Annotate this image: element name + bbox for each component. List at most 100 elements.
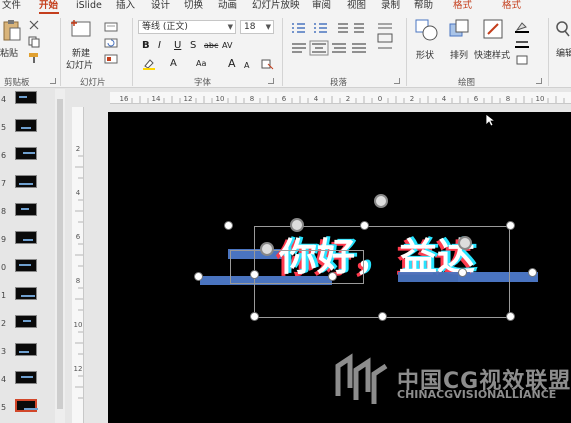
italic-button[interactable]: I <box>158 40 161 52</box>
slide-number: 1 <box>1 291 7 300</box>
tab-record[interactable]: 录制 <box>381 0 400 12</box>
scrollbar-thumb[interactable] <box>57 99 63 409</box>
tab-file[interactable]: 文件 <box>2 0 21 12</box>
slide-number: 8 <box>1 207 7 216</box>
quick-styles-label[interactable]: 快速样式 <box>474 48 510 61</box>
resize-handle[interactable] <box>250 270 259 279</box>
layout-icon[interactable] <box>104 22 118 32</box>
reset-icon[interactable] <box>104 38 118 48</box>
font-name-combo[interactable]: 等线 (正文) ▼ <box>138 20 236 34</box>
resize-handle[interactable] <box>328 272 337 281</box>
paragraph-controls[interactable] <box>290 22 378 72</box>
tab-review[interactable]: 审阅 <box>312 0 331 12</box>
section-icon[interactable] <box>104 54 118 64</box>
slide-thumbnail-image[interactable] <box>15 399 38 412</box>
tab-format-2[interactable]: 格式 <box>502 0 521 12</box>
grow-font-button[interactable]: A <box>228 58 236 70</box>
ruler-label: 4 <box>76 189 81 197</box>
thumbnail-mark <box>21 376 33 378</box>
quick-styles-icon[interactable] <box>482 18 506 42</box>
thumbnail-scrollbar[interactable] <box>55 89 65 423</box>
resize-handle[interactable] <box>378 312 387 321</box>
drawing-launcher[interactable] <box>536 78 542 84</box>
vertical-ruler[interactable]: 2 4 6 8 10 12 <box>72 107 84 423</box>
tab-format-1[interactable]: 格式 <box>453 0 472 12</box>
find-icon[interactable] <box>554 20 570 38</box>
thumbnail-mark <box>19 351 29 353</box>
tab-islide[interactable]: iSlide <box>76 0 102 12</box>
font-color-button[interactable]: A <box>170 58 177 70</box>
tab-design[interactable]: 设计 <box>151 0 170 12</box>
tab-insert[interactable]: 插入 <box>116 0 135 12</box>
arrange-icon[interactable] <box>448 18 472 42</box>
slide-thumbnail-image[interactable] <box>15 287 37 300</box>
new-slide-label-2[interactable]: 幻灯片 <box>66 58 93 71</box>
clear-format-icon[interactable] <box>260 58 274 70</box>
resize-handle[interactable] <box>360 221 369 230</box>
shapes-icon[interactable] <box>414 18 440 42</box>
resize-handle[interactable] <box>506 312 515 321</box>
thumbnail-mark <box>21 208 29 210</box>
paste-icon[interactable] <box>2 18 22 42</box>
rotate-handle-icon[interactable] <box>260 242 274 256</box>
slide-thumbnail-image[interactable] <box>15 371 37 384</box>
editing-label[interactable]: 编辑 <box>556 46 571 59</box>
shape-format-icons[interactable] <box>514 20 530 68</box>
slide-thumbnail-image[interactable] <box>15 231 37 244</box>
bold-button[interactable]: B <box>142 40 150 52</box>
paste-label[interactable]: 粘贴 <box>0 46 18 59</box>
slide-thumbnail-image[interactable] <box>15 175 37 188</box>
copy-icon[interactable] <box>28 36 40 48</box>
slide-thumbnail-image[interactable] <box>15 119 37 132</box>
tab-home[interactable]: 开始 <box>39 0 58 12</box>
change-case-button[interactable]: Aa <box>196 58 206 70</box>
slide-thumbnail-image[interactable] <box>15 147 37 160</box>
separator <box>406 18 407 86</box>
slide-thumbnail-image[interactable] <box>15 315 37 328</box>
new-slide-icon[interactable] <box>70 18 94 38</box>
resize-handle[interactable] <box>224 221 233 230</box>
rotate-handle-icon[interactable] <box>290 218 304 232</box>
tab-slideshow[interactable]: 幻灯片放映 <box>252 0 300 12</box>
tab-view[interactable]: 视图 <box>347 0 366 12</box>
rotate-handle-icon[interactable] <box>458 236 472 250</box>
slide-thumbnail-image[interactable] <box>15 91 37 104</box>
rotate-handle-icon[interactable] <box>374 194 388 208</box>
resize-handle[interactable] <box>458 268 467 277</box>
slide-thumbnail-image[interactable] <box>15 259 37 272</box>
resize-handle[interactable] <box>250 312 259 321</box>
thumbnail-mark <box>23 152 35 154</box>
clipboard-launcher[interactable] <box>50 78 56 84</box>
resize-handle[interactable] <box>528 268 537 277</box>
tab-transitions[interactable]: 切换 <box>184 0 203 12</box>
shadow-button[interactable]: S <box>190 40 196 52</box>
arrange-label[interactable]: 排列 <box>450 48 468 61</box>
cut-icon[interactable] <box>28 20 40 30</box>
char-spacing-button[interactable]: AV <box>222 40 232 52</box>
paragraph-launcher[interactable] <box>394 78 400 84</box>
strikethrough-button[interactable]: abc <box>204 40 218 52</box>
format-painter-icon[interactable] <box>28 52 40 64</box>
tab-help[interactable]: 帮助 <box>414 0 433 12</box>
chevron-down-icon[interactable]: ▼ <box>228 21 233 33</box>
ruler-label: 4 <box>314 95 319 103</box>
slide-thumbnail-image[interactable] <box>15 203 37 216</box>
ruler-label: 4 <box>442 95 447 103</box>
ruler-label: 10 <box>536 95 545 103</box>
ruler-label: 6 <box>282 95 287 103</box>
tab-animations[interactable]: 动画 <box>218 0 237 12</box>
font-size-combo[interactable]: 18 ▼ <box>240 20 274 34</box>
slide-thumbnail-image[interactable] <box>15 343 37 356</box>
horizontal-ruler[interactable]: 16 14 12 10 8 6 4 2 0 2 4 6 8 10 <box>110 92 571 104</box>
highlight-color-icon[interactable] <box>142 58 156 70</box>
text-direction-icon[interactable] <box>376 20 396 56</box>
shrink-font-button[interactable]: A <box>244 60 249 72</box>
resize-handle[interactable] <box>506 221 515 230</box>
ruler-label: 12 <box>74 365 83 373</box>
underline-button[interactable]: U <box>174 40 181 52</box>
watermark-logo-icon <box>335 353 388 404</box>
shapes-label[interactable]: 形状 <box>416 48 434 61</box>
font-launcher[interactable] <box>268 78 274 84</box>
chevron-down-icon[interactable]: ▼ <box>266 21 271 33</box>
resize-handle[interactable] <box>194 272 203 281</box>
